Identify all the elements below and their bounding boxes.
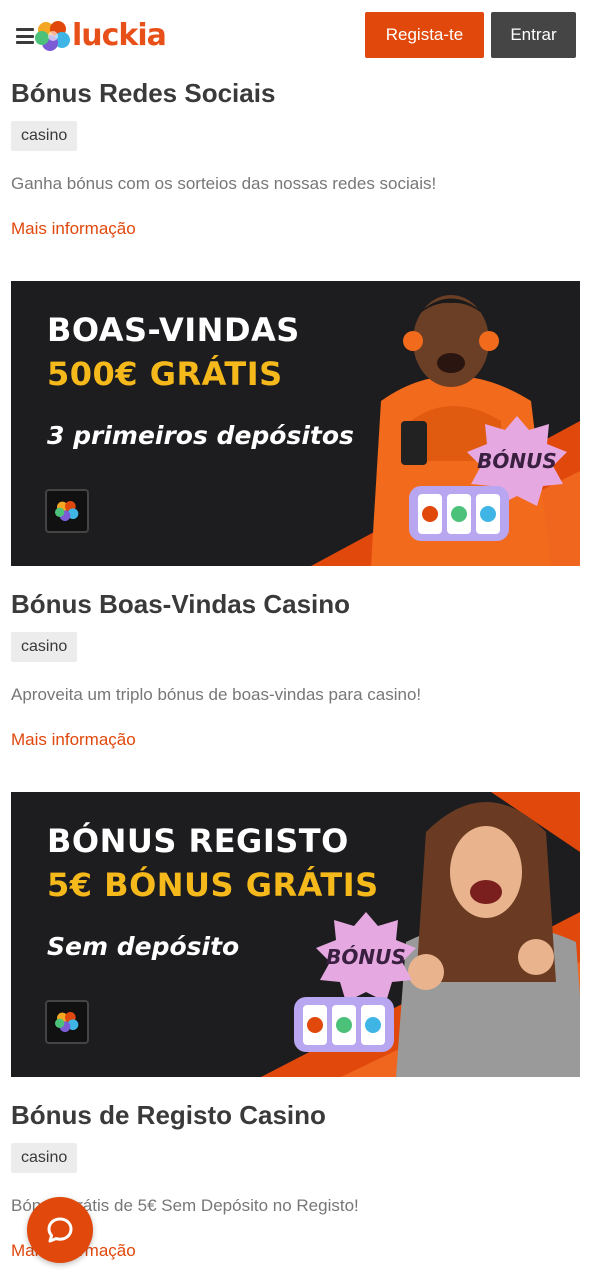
luckia-logo[interactable]: luckia [32, 16, 167, 56]
banner-headline: BÓNUS REGISTO [47, 822, 349, 860]
chat-button[interactable] [27, 1197, 93, 1263]
banner-headline: BOAS-VINDAS [47, 311, 300, 349]
more-info-link[interactable]: Mais informação [11, 219, 136, 239]
category-tag: casino [11, 632, 78, 662]
promo-title: Bónus Boas-Vindas Casino [11, 589, 351, 619]
stamp-label: BÓNUS [477, 449, 557, 473]
promo-title: Bónus de Registo Casino [11, 1100, 326, 1130]
category-tag: casino [11, 1143, 78, 1173]
slot-reels-icon [294, 997, 394, 1052]
banner-amount: 5€ BÓNUS GRÁTIS [47, 866, 379, 904]
banner-clover-icon [45, 1000, 89, 1044]
promo-title: Bónus Redes Sociais [11, 78, 276, 108]
clover-logo-icon [35, 21, 70, 51]
stamp-label: BÓNUS [326, 945, 406, 969]
more-info-link[interactable]: Mais informação [11, 730, 136, 750]
promo-banner-welcome[interactable]: BOAS-VINDAS 500€ GRÁTIS 3 primeiros depó… [11, 281, 580, 566]
login-button[interactable]: Entrar [491, 12, 576, 58]
promo-description: Aproveita um triplo bónus de boas-vindas… [11, 685, 422, 704]
banner-amount: 500€ GRÁTIS [47, 355, 283, 393]
banner-subtitle: Sem depósito [47, 932, 240, 961]
register-button[interactable]: Regista-te [365, 12, 484, 58]
chat-bubble-icon [47, 1217, 73, 1243]
banner-clover-icon [45, 489, 89, 533]
top-navbar: luckia Regista-te Entrar [0, 0, 590, 70]
category-tag: casino [11, 121, 78, 151]
promo-banner-registration[interactable]: BÓNUS REGISTO 5€ BÓNUS GRÁTIS Sem depósi… [11, 792, 580, 1077]
slot-reels-icon [409, 486, 509, 541]
banner-subtitle: 3 primeiros depósitos [47, 421, 354, 450]
promo-description: Ganha bónus com os sorteios das nossas r… [11, 174, 437, 193]
logo-text: luckia [72, 18, 167, 53]
